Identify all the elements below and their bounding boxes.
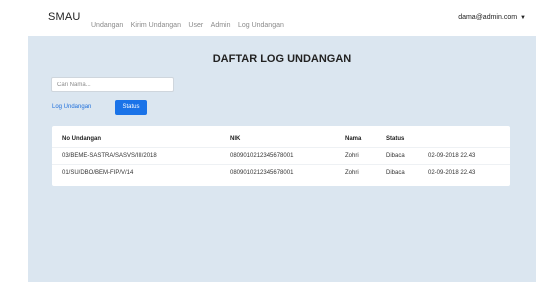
nav-link-admin[interactable]: Admin	[211, 22, 231, 29]
cell-nama: Zohri	[345, 153, 359, 159]
log-undangan-button[interactable]: Log Undangan	[52, 100, 91, 115]
nav-link-kirim-undangan[interactable]: Kirim Undangan	[131, 22, 181, 29]
brand-logo[interactable]: SMAU	[48, 11, 81, 23]
caret-down-icon[interactable]: ▼	[520, 15, 526, 21]
header-nama: Nama	[345, 136, 362, 142]
user-email[interactable]: dama@admin.com	[458, 14, 517, 21]
page-title: DAFTAR LOG UNDANGAN	[212, 53, 352, 65]
cell-nik: 0809010212345678001	[230, 170, 294, 176]
cell-timestamp: 02-09-2018 22.43	[428, 153, 476, 159]
cell-status: Dibaca	[386, 170, 405, 176]
nav-link-user[interactable]: User	[188, 22, 203, 29]
status-button[interactable]: Status	[115, 100, 147, 115]
log-table: No Undangan NIK Nama Status 03/BEME-SAST…	[52, 126, 510, 186]
user-menu[interactable]: dama@admin.com ▼	[458, 14, 526, 21]
header-nik: NIK	[230, 136, 241, 142]
cell-no-undangan: 03/BEME-SASTRA/SASVS/III/2018	[62, 153, 157, 159]
nav-link-undangan[interactable]: Undangan	[91, 22, 123, 29]
nav-link-log-undangan[interactable]: Log Undangan	[238, 22, 284, 29]
table-divider	[52, 164, 510, 165]
cell-nik: 0809010212345678001	[230, 153, 294, 159]
header-status: Status	[386, 136, 405, 142]
search-input[interactable]	[51, 77, 174, 92]
nav-links: Undangan Kirim Undangan User Admin Log U…	[91, 14, 287, 32]
cell-timestamp: 02-09-2018 22.43	[428, 170, 476, 176]
cell-no-undangan: 01/SU/DBO/BEM-FIP/V/14	[62, 170, 134, 176]
navbar: SMAU Undangan Kirim Undangan User Admin …	[28, 0, 536, 36]
table-divider	[52, 147, 510, 148]
header-no-undangan: No Undangan	[62, 136, 101, 142]
cell-nama: Zohri	[345, 170, 359, 176]
cell-status: Dibaca	[386, 153, 405, 159]
main-content: DAFTAR LOG UNDANGAN Log Undangan Status …	[28, 36, 536, 282]
